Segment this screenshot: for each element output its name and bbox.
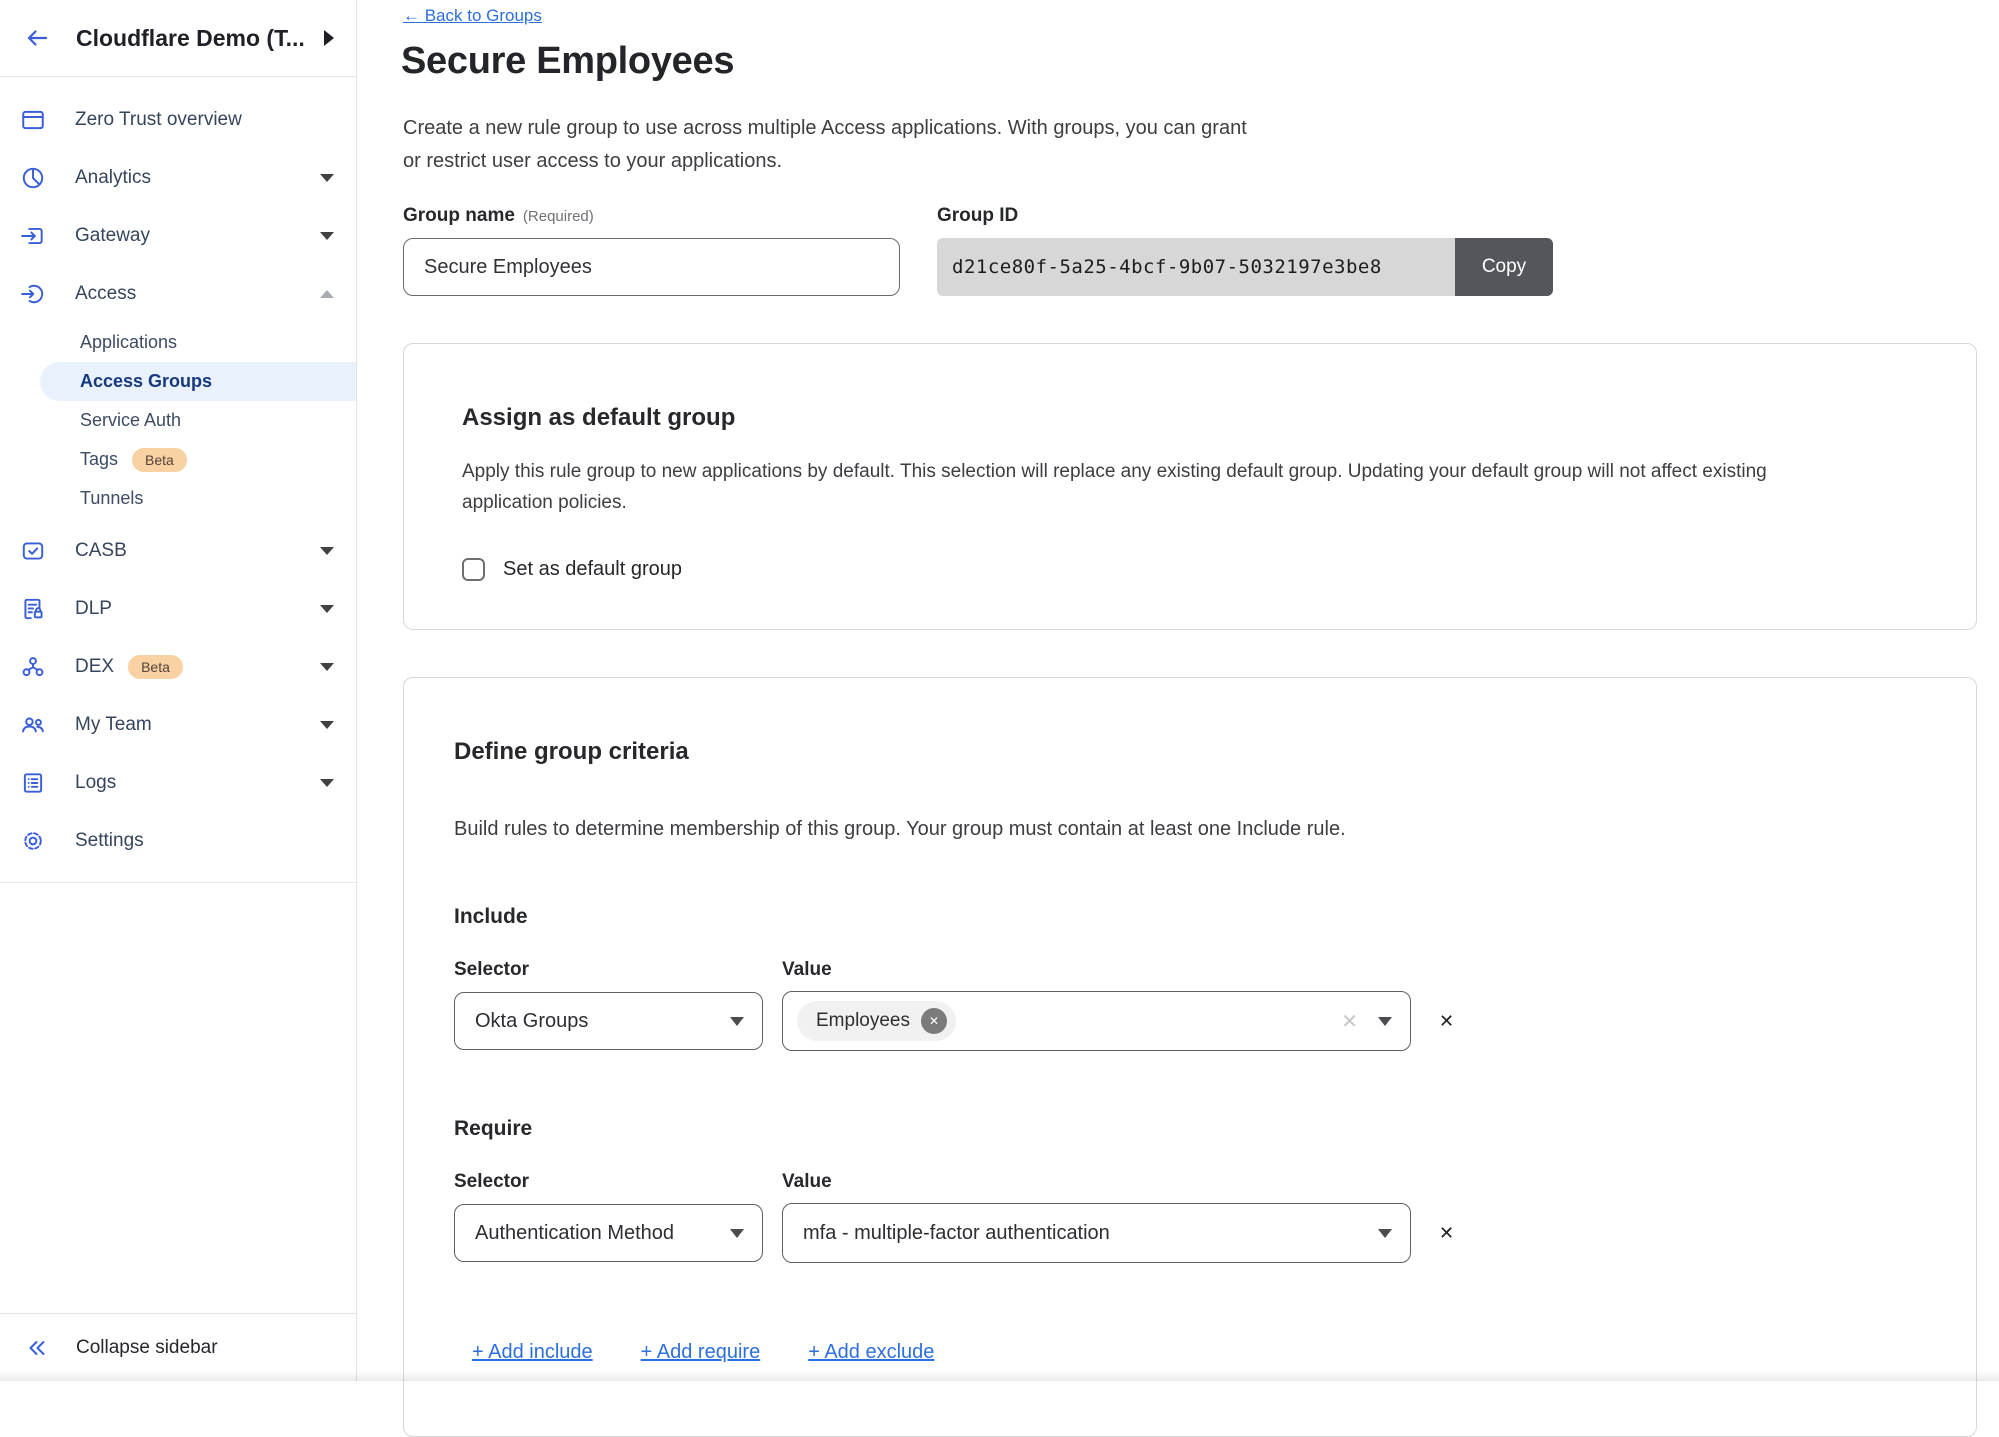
sidebar-item-settings[interactable]: Settings — [0, 812, 356, 870]
add-include-link[interactable]: + Add include — [472, 1341, 593, 1364]
chevron-down-icon — [320, 779, 334, 787]
default-card-title: Assign as default group — [462, 404, 1918, 432]
chevron-down-icon — [320, 174, 334, 182]
team-icon — [20, 712, 46, 738]
sidebar-item-access-groups[interactable]: Access Groups — [0, 362, 356, 401]
chevron-down-icon — [320, 721, 334, 729]
require-value-label: Value — [782, 1171, 1411, 1193]
default-group-card: Assign as default group Apply this rule … — [403, 343, 1977, 630]
add-exclude-link[interactable]: + Add exclude — [808, 1341, 934, 1364]
chevron-down-icon — [320, 232, 334, 240]
account-name: Cloudflare Demo (T... — [76, 25, 305, 52]
pie-chart-icon — [20, 165, 46, 191]
access-icon — [20, 281, 46, 307]
page-description: Create a new rule group to use across mu… — [403, 112, 1247, 178]
chevron-up-icon — [320, 290, 334, 298]
chevron-down-icon — [320, 663, 334, 671]
chevron-down-icon — [320, 547, 334, 555]
require-selector-label: Selector — [454, 1171, 763, 1193]
require-selector-dropdown[interactable]: Authentication Method — [454, 1204, 763, 1262]
require-heading: Require — [454, 1117, 1926, 1141]
casb-icon — [20, 538, 46, 564]
window-icon — [20, 107, 46, 133]
add-rule-links: + Add include + Add require + Add exclud… — [454, 1341, 1926, 1364]
remove-require-rule-icon[interactable]: ✕ — [1439, 1223, 1454, 1244]
remove-include-rule-icon[interactable]: ✕ — [1439, 1011, 1454, 1032]
sidebar-item-tunnels[interactable]: Tunnels — [0, 479, 356, 518]
include-heading: Include — [454, 905, 1926, 929]
beta-badge: Beta — [128, 655, 183, 679]
require-rule-row: Authentication Method mfa - multiple-fac… — [454, 1203, 1926, 1263]
sidebar-item-tags[interactable]: Tags Beta — [0, 440, 356, 479]
include-value-label: Value — [782, 959, 1411, 981]
employees-chip: Employees ✕ — [797, 1001, 956, 1041]
clear-values-icon[interactable]: ✕ — [1341, 1009, 1358, 1034]
logs-icon — [20, 770, 46, 796]
page-title: Secure Employees — [401, 40, 734, 83]
sidebar-item-service-auth[interactable]: Service Auth — [0, 401, 356, 440]
sidebar-item-zero-trust-overview[interactable]: Zero Trust overview — [0, 91, 356, 149]
criteria-card-title: Define group criteria — [454, 738, 1926, 766]
copy-button[interactable]: Copy — [1455, 238, 1553, 296]
include-selector-label: Selector — [454, 959, 763, 981]
main-content: ← Back to Groups Secure Employees Create… — [357, 0, 1999, 1381]
sidebar: Cloudflare Demo (T... Zero Trust overvie… — [0, 0, 357, 1381]
sidebar-divider — [0, 882, 356, 883]
group-id-value: d21ce80f-5a25-4bcf-9b07-5032197e3be8 — [937, 238, 1455, 296]
chevron-down-icon — [730, 1229, 744, 1238]
sidebar-item-access[interactable]: Access — [0, 265, 356, 323]
sidebar-item-gateway[interactable]: Gateway — [0, 207, 356, 265]
default-card-body: Apply this rule group to new application… — [462, 456, 1862, 518]
double-chevron-left-icon — [24, 1336, 50, 1360]
gateway-icon — [20, 223, 46, 249]
set-default-group-checkbox[interactable] — [462, 558, 485, 581]
group-name-label: Group name(Required) — [403, 205, 594, 227]
back-to-groups-link[interactable]: ← Back to Groups — [403, 6, 542, 26]
group-id-label: Group ID — [937, 205, 1018, 227]
remove-chip-icon[interactable]: ✕ — [921, 1008, 947, 1034]
network-nodes-icon — [20, 654, 46, 680]
sidebar-item-casb[interactable]: CASB — [0, 522, 356, 580]
sidebar-nav: Zero Trust overview Analytics Gateway Ac… — [0, 77, 356, 883]
chevron-down-icon — [730, 1017, 744, 1026]
chevron-down-icon — [320, 605, 334, 613]
required-note: (Required) — [523, 208, 594, 225]
include-rule-row: Okta Groups Employees ✕ ✕ ✕ — [454, 991, 1926, 1051]
sidebar-item-dlp[interactable]: DLP — [0, 580, 356, 638]
sidebar-item-my-team[interactable]: My Team — [0, 696, 356, 754]
collapse-sidebar-button[interactable]: Collapse sidebar — [0, 1313, 356, 1381]
account-header[interactable]: Cloudflare Demo (T... — [0, 0, 356, 77]
sidebar-item-applications[interactable]: Applications — [0, 323, 356, 362]
document-lock-icon — [20, 596, 46, 622]
add-require-link[interactable]: + Add require — [641, 1341, 761, 1364]
sidebar-item-analytics[interactable]: Analytics — [0, 149, 356, 207]
sidebar-item-dex[interactable]: DEX Beta — [0, 638, 356, 696]
require-value-dropdown[interactable]: mfa - multiple-factor authentication — [782, 1203, 1411, 1263]
caret-right-icon[interactable] — [324, 30, 334, 46]
set-default-group-label: Set as default group — [503, 558, 682, 581]
set-default-group-row[interactable]: Set as default group — [462, 558, 1918, 581]
include-selector-dropdown[interactable]: Okta Groups — [454, 992, 763, 1050]
sidebar-item-logs[interactable]: Logs — [0, 754, 356, 812]
beta-badge: Beta — [132, 448, 187, 472]
chevron-down-icon — [1378, 1229, 1392, 1238]
gear-icon — [20, 828, 46, 854]
criteria-card: Define group criteria Build rules to det… — [403, 677, 1977, 1437]
group-id-box: d21ce80f-5a25-4bcf-9b07-5032197e3be8 Cop… — [937, 238, 1553, 296]
include-value-multiselect[interactable]: Employees ✕ ✕ — [782, 991, 1411, 1051]
chevron-down-icon — [1378, 1017, 1392, 1026]
criteria-card-body: Build rules to determine membership of t… — [454, 814, 1854, 845]
group-name-input[interactable] — [403, 238, 900, 296]
back-arrow-icon[interactable] — [22, 26, 52, 50]
